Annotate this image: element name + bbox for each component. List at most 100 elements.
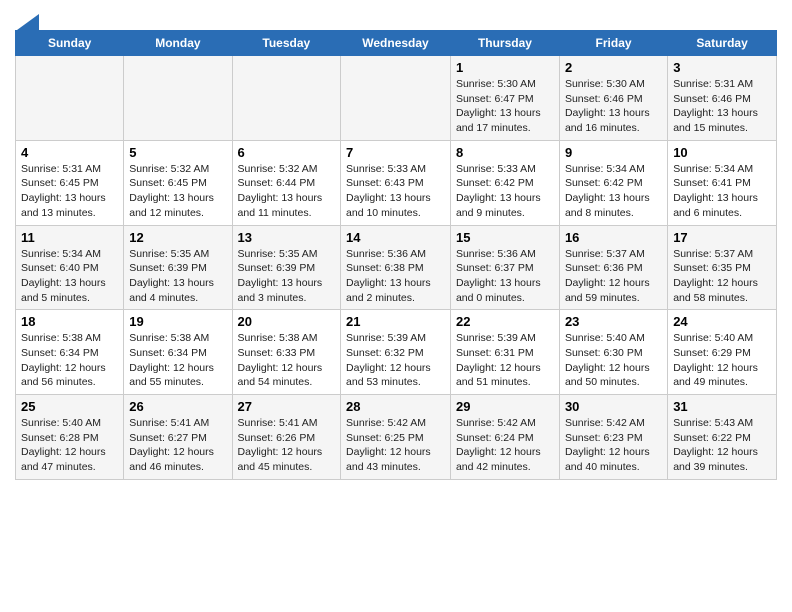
calendar-week-row: 4 Sunrise: 5:31 AM Sunset: 6:45 PM Daylig…	[16, 140, 777, 225]
day-number: 25	[21, 399, 118, 414]
calendar-cell: 25 Sunrise: 5:40 AM Sunset: 6:28 PM Dayli…	[16, 395, 124, 480]
day-info: Sunrise: 5:35 AM Sunset: 6:39 PM Dayligh…	[129, 247, 226, 306]
day-info: Sunrise: 5:41 AM Sunset: 6:26 PM Dayligh…	[238, 416, 335, 475]
day-number: 10	[673, 145, 771, 160]
day-info: Sunrise: 5:31 AM Sunset: 6:45 PM Dayligh…	[21, 162, 118, 221]
day-info: Sunrise: 5:40 AM Sunset: 6:28 PM Dayligh…	[21, 416, 118, 475]
calendar-cell	[341, 56, 451, 141]
day-info: Sunrise: 5:40 AM Sunset: 6:29 PM Dayligh…	[673, 331, 771, 390]
day-info: Sunrise: 5:33 AM Sunset: 6:42 PM Dayligh…	[456, 162, 554, 221]
day-info: Sunrise: 5:32 AM Sunset: 6:44 PM Dayligh…	[238, 162, 335, 221]
day-info: Sunrise: 5:35 AM Sunset: 6:39 PM Dayligh…	[238, 247, 335, 306]
day-info: Sunrise: 5:34 AM Sunset: 6:41 PM Dayligh…	[673, 162, 771, 221]
day-info: Sunrise: 5:42 AM Sunset: 6:25 PM Dayligh…	[346, 416, 445, 475]
day-number: 27	[238, 399, 335, 414]
day-number: 26	[129, 399, 226, 414]
day-info: Sunrise: 5:42 AM Sunset: 6:23 PM Dayligh…	[565, 416, 662, 475]
calendar-week-row: 1 Sunrise: 5:30 AM Sunset: 6:47 PM Daylig…	[16, 56, 777, 141]
day-info: Sunrise: 5:36 AM Sunset: 6:38 PM Dayligh…	[346, 247, 445, 306]
day-info: Sunrise: 5:32 AM Sunset: 6:45 PM Dayligh…	[129, 162, 226, 221]
logo	[15, 14, 39, 26]
day-number: 19	[129, 314, 226, 329]
calendar-header: SundayMondayTuesdayWednesdayThursdayFrid…	[16, 31, 777, 56]
day-number: 12	[129, 230, 226, 245]
calendar-body: 1 Sunrise: 5:30 AM Sunset: 6:47 PM Daylig…	[16, 56, 777, 480]
day-info: Sunrise: 5:39 AM Sunset: 6:32 PM Dayligh…	[346, 331, 445, 390]
day-info: Sunrise: 5:33 AM Sunset: 6:43 PM Dayligh…	[346, 162, 445, 221]
day-number: 5	[129, 145, 226, 160]
day-number: 29	[456, 399, 554, 414]
calendar-week-row: 11 Sunrise: 5:34 AM Sunset: 6:40 PM Dayli…	[16, 225, 777, 310]
day-number: 21	[346, 314, 445, 329]
calendar-week-row: 18 Sunrise: 5:38 AM Sunset: 6:34 PM Dayli…	[16, 310, 777, 395]
calendar-cell: 1 Sunrise: 5:30 AM Sunset: 6:47 PM Daylig…	[450, 56, 559, 141]
calendar-cell: 6 Sunrise: 5:32 AM Sunset: 6:44 PM Daylig…	[232, 140, 340, 225]
calendar-cell: 19Sunrise: 5:38 AM Sunset: 6:34 PM Dayli…	[124, 310, 232, 395]
day-number: 28	[346, 399, 445, 414]
calendar-week-row: 25 Sunrise: 5:40 AM Sunset: 6:28 PM Dayli…	[16, 395, 777, 480]
calendar-cell: 21 Sunrise: 5:39 AM Sunset: 6:32 PM Dayli…	[341, 310, 451, 395]
day-number: 17	[673, 230, 771, 245]
day-number: 6	[238, 145, 335, 160]
day-info: Sunrise: 5:34 AM Sunset: 6:42 PM Dayligh…	[565, 162, 662, 221]
calendar-cell	[16, 56, 124, 141]
weekday-header: Friday	[559, 31, 667, 56]
day-number: 16	[565, 230, 662, 245]
calendar-cell: 29 Sunrise: 5:42 AM Sunset: 6:24 PM Dayli…	[450, 395, 559, 480]
day-number: 4	[21, 145, 118, 160]
calendar-cell	[232, 56, 340, 141]
calendar-cell: 23Sunrise: 5:40 AM Sunset: 6:30 PM Dayli…	[559, 310, 667, 395]
calendar-cell: 14 Sunrise: 5:36 AM Sunset: 6:38 PM Dayli…	[341, 225, 451, 310]
day-info: Sunrise: 5:39 AM Sunset: 6:31 PM Dayligh…	[456, 331, 554, 390]
calendar-cell: 7 Sunrise: 5:33 AM Sunset: 6:43 PM Daylig…	[341, 140, 451, 225]
day-number: 24	[673, 314, 771, 329]
calendar-cell: 3 Sunrise: 5:31 AM Sunset: 6:46 PM Daylig…	[668, 56, 777, 141]
calendar-cell: 12 Sunrise: 5:35 AM Sunset: 6:39 PM Dayli…	[124, 225, 232, 310]
weekday-header: Tuesday	[232, 31, 340, 56]
day-number: 8	[456, 145, 554, 160]
day-info: Sunrise: 5:40 AM Sunset: 6:30 PM Dayligh…	[565, 331, 662, 390]
weekday-header: Wednesday	[341, 31, 451, 56]
weekday-header: Thursday	[450, 31, 559, 56]
calendar-cell: 22Sunrise: 5:39 AM Sunset: 6:31 PM Dayli…	[450, 310, 559, 395]
day-number: 13	[238, 230, 335, 245]
calendar-cell: 28 Sunrise: 5:42 AM Sunset: 6:25 PM Dayli…	[341, 395, 451, 480]
day-info: Sunrise: 5:42 AM Sunset: 6:24 PM Dayligh…	[456, 416, 554, 475]
page-header	[15, 10, 777, 26]
day-number: 14	[346, 230, 445, 245]
day-info: Sunrise: 5:31 AM Sunset: 6:46 PM Dayligh…	[673, 77, 771, 136]
calendar-cell: 20Sunrise: 5:38 AM Sunset: 6:33 PM Dayli…	[232, 310, 340, 395]
day-number: 20	[238, 314, 335, 329]
day-info: Sunrise: 5:30 AM Sunset: 6:46 PM Dayligh…	[565, 77, 662, 136]
calendar-cell: 11 Sunrise: 5:34 AM Sunset: 6:40 PM Dayli…	[16, 225, 124, 310]
calendar-cell: 13 Sunrise: 5:35 AM Sunset: 6:39 PM Dayli…	[232, 225, 340, 310]
day-info: Sunrise: 5:30 AM Sunset: 6:47 PM Dayligh…	[456, 77, 554, 136]
day-number: 31	[673, 399, 771, 414]
calendar-table: SundayMondayTuesdayWednesdayThursdayFrid…	[15, 30, 777, 480]
weekday-header: Sunday	[16, 31, 124, 56]
day-number: 1	[456, 60, 554, 75]
calendar-cell: 5 Sunrise: 5:32 AM Sunset: 6:45 PM Daylig…	[124, 140, 232, 225]
day-info: Sunrise: 5:37 AM Sunset: 6:36 PM Dayligh…	[565, 247, 662, 306]
day-info: Sunrise: 5:38 AM Sunset: 6:34 PM Dayligh…	[21, 331, 118, 390]
calendar-cell: 4 Sunrise: 5:31 AM Sunset: 6:45 PM Daylig…	[16, 140, 124, 225]
calendar-cell: 30Sunrise: 5:42 AM Sunset: 6:23 PM Dayli…	[559, 395, 667, 480]
calendar-cell: 10 Sunrise: 5:34 AM Sunset: 6:41 PM Dayli…	[668, 140, 777, 225]
calendar-cell: 9 Sunrise: 5:34 AM Sunset: 6:42 PM Daylig…	[559, 140, 667, 225]
day-info: Sunrise: 5:41 AM Sunset: 6:27 PM Dayligh…	[129, 416, 226, 475]
day-number: 15	[456, 230, 554, 245]
day-info: Sunrise: 5:34 AM Sunset: 6:40 PM Dayligh…	[21, 247, 118, 306]
day-number: 3	[673, 60, 771, 75]
calendar-cell: 31Sunrise: 5:43 AM Sunset: 6:22 PM Dayli…	[668, 395, 777, 480]
day-number: 2	[565, 60, 662, 75]
calendar-cell: 16 Sunrise: 5:37 AM Sunset: 6:36 PM Dayli…	[559, 225, 667, 310]
calendar-cell: 18 Sunrise: 5:38 AM Sunset: 6:34 PM Dayli…	[16, 310, 124, 395]
logo-icon	[17, 14, 39, 30]
day-number: 7	[346, 145, 445, 160]
day-info: Sunrise: 5:36 AM Sunset: 6:37 PM Dayligh…	[456, 247, 554, 306]
day-number: 9	[565, 145, 662, 160]
calendar-cell: 24 Sunrise: 5:40 AM Sunset: 6:29 PM Dayli…	[668, 310, 777, 395]
day-number: 11	[21, 230, 118, 245]
calendar-cell: 8 Sunrise: 5:33 AM Sunset: 6:42 PM Daylig…	[450, 140, 559, 225]
day-number: 18	[21, 314, 118, 329]
